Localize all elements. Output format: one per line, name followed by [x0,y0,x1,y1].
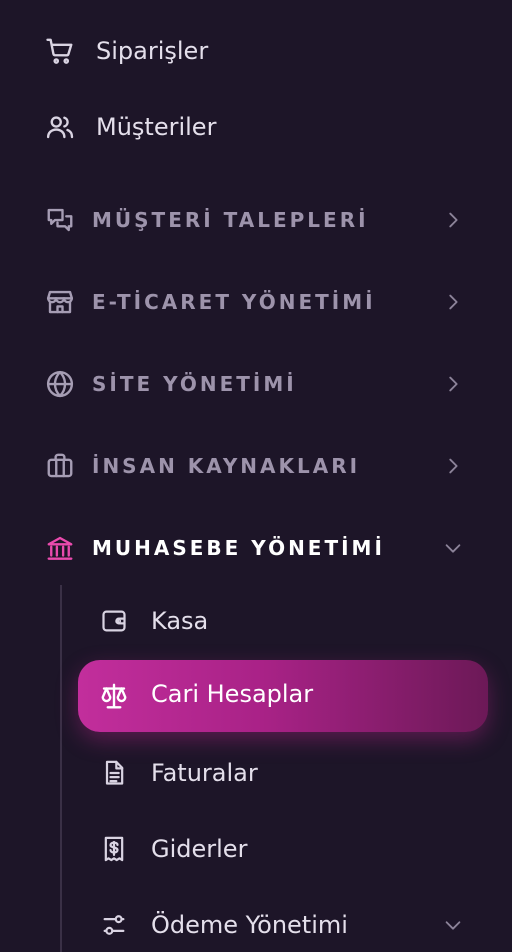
submenu-item-label: Ödeme Yönetimi [151,911,348,939]
menu-item-customers[interactable]: Müşteriler [0,106,512,148]
submenu-item-current-accounts[interactable]: Cari Hesaplar [78,660,488,732]
document-icon [98,757,130,789]
menu-item-label: Siparişler [96,37,209,65]
menu-item-label: Müşteriler [96,113,217,141]
section-label: MÜŞTERİ TALEPLERİ [92,208,369,232]
scale-icon [98,680,130,712]
submenu-item-payment-management[interactable]: Ödeme Yönetimi [0,904,512,946]
submenu-item-expenses[interactable]: Giderler [0,828,512,870]
store-icon [44,286,76,318]
section-human-resources[interactable]: İNSAN KAYNAKLARI [0,444,512,488]
chevron-down-icon [440,912,466,938]
chevron-down-icon [440,535,466,561]
globe-icon [44,368,76,400]
chevron-right-icon [440,371,466,397]
chevron-right-icon [440,289,466,315]
chevron-right-icon [440,453,466,479]
section-site-management[interactable]: SİTE YÖNETİMİ [0,362,512,406]
section-label: SİTE YÖNETİMİ [92,372,297,396]
cart-icon [44,35,76,67]
receipt-dollar-icon [98,833,130,865]
bank-icon [44,532,76,564]
chat-icon [44,204,76,236]
sliders-icon [98,909,130,941]
section-accounting[interactable]: MUHASEBE YÖNETİMİ [0,526,512,570]
section-label: E-TİCARET YÖNETİMİ [92,290,376,314]
submenu-item-cash[interactable]: Kasa [0,600,512,642]
section-customer-requests[interactable]: MÜŞTERİ TALEPLERİ [0,198,512,242]
submenu-item-label: Kasa [151,607,209,635]
submenu-item-label: Giderler [151,835,248,863]
section-label: İNSAN KAYNAKLARI [92,454,361,478]
submenu-item-label: Cari Hesaplar [151,680,314,708]
submenu-item-invoices[interactable]: Faturalar [0,752,512,794]
section-ecommerce[interactable]: E-TİCARET YÖNETİMİ [0,280,512,324]
users-icon [44,111,76,143]
menu-item-orders[interactable]: Siparişler [0,30,512,72]
submenu-item-label: Faturalar [151,759,258,787]
briefcase-icon [44,450,76,482]
chevron-right-icon [440,207,466,233]
wallet-icon [98,605,130,637]
section-label: MUHASEBE YÖNETİMİ [92,536,385,560]
